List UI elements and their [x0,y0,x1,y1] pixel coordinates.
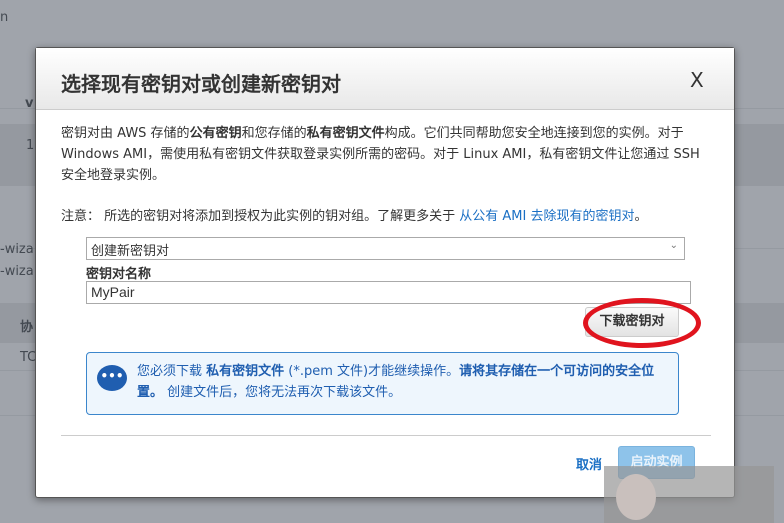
key-pair-name-label: 密钥对名称 [86,267,152,282]
intro-part: 密钥对由 AWS 存储的 [61,126,190,141]
intro-text: 密钥对由 AWS 存储的公有密钥和您存储的私有密钥文件构成。它们共同帮助您安全地… [61,123,716,186]
chevron-down-icon: ⌄ [669,240,678,251]
cancel-button[interactable]: 取消 [576,454,602,473]
download-key-pair-button[interactable]: 下载密钥对 [585,307,679,337]
bg-text: n [0,10,9,25]
info-part: 创建文件后，您将无法再次下载该文件。 [163,385,402,400]
info-text: 您必须下载 私有密钥文件 (*.pem 文件)才能继续操作。请将其存储在一个可访… [137,361,677,403]
intro-bold: 公有密钥 [189,126,242,141]
bg-text: v [25,96,34,111]
bg-text: 协 [20,320,34,335]
chat-bubble-icon: ••• [97,365,127,391]
divider [61,435,711,436]
intro-part: 和您存储的 [241,126,307,141]
intro-bold: 私有密钥文件 [306,126,385,141]
info-part: (*.pem 文件)才能继续操作。 [284,364,460,379]
key-pair-name-input[interactable]: MyPair [86,281,691,304]
key-pair-dialog: 选择现有密钥对或创建新密钥对 X 密钥对由 AWS 存储的公有密钥和您存储的私有… [35,47,735,498]
dialog-title: 选择现有密钥对或创建新密钥对 [61,72,341,96]
close-icon[interactable]: X [690,68,704,92]
bg-text: -wiza [0,264,34,279]
avatar-icon [616,474,656,520]
note-part: 注意： 所选的密钥对将添加到授权为此实例的钥对组。了解更多关于 [61,209,460,224]
info-bold: 私有密钥文件 [206,364,285,379]
dialog-header: 选择现有密钥对或创建新密钥对 X [36,48,734,110]
bg-text: TC [20,350,37,365]
info-alert: ••• 您必须下载 私有密钥文件 (*.pem 文件)才能继续操作。请将其存储在… [86,352,679,415]
bg-text: -wiza [0,242,34,257]
remove-key-pair-link[interactable]: 从公有 AMI 去除现有的密钥对 [459,209,634,224]
key-pair-select[interactable]: 创建新密钥对 ⌄ [86,237,685,260]
note-part: 。 [634,209,648,224]
info-part: 您必须下载 [137,364,207,379]
select-value: 创建新密钥对 [91,244,170,259]
watermark-overlay [604,466,774,523]
note-text: 注意： 所选的密钥对将添加到授权为此实例的钥对组。了解更多关于 从公有 AMI … [61,206,716,227]
bg-text: 1 [26,138,35,153]
